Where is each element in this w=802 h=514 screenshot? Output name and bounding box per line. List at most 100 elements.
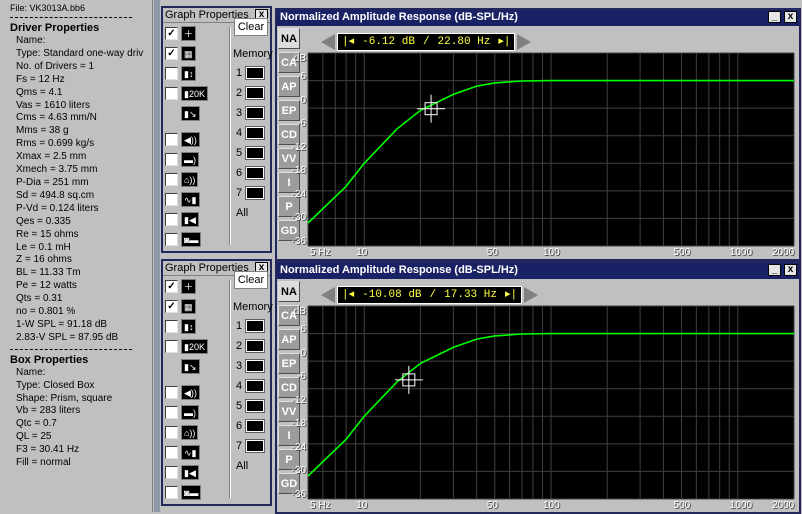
- memory-slot[interactable]: 7: [236, 185, 266, 201]
- memory-slot-box[interactable]: [245, 319, 266, 333]
- divider: [229, 280, 231, 498]
- driver-icon[interactable]: ▬): [181, 151, 199, 167]
- graph-option-row: ✓ ＋: [165, 277, 197, 295]
- memory-slot[interactable]: 3: [236, 105, 266, 121]
- amplitude-chart: [307, 305, 795, 500]
- plus-icon[interactable]: ＋: [181, 25, 197, 41]
- memory-slot[interactable]: 5: [236, 145, 266, 161]
- memory-slot-box[interactable]: [245, 379, 266, 393]
- grid-icon[interactable]: ▦: [181, 298, 196, 314]
- amp-icon[interactable]: ▮◀: [181, 464, 199, 480]
- memory-slot[interactable]: 4: [236, 378, 266, 394]
- option-checkbox[interactable]: [165, 66, 178, 80]
- memory-slot[interactable]: 2: [236, 338, 266, 354]
- memory-slot[interactable]: 3: [236, 358, 266, 374]
- plus-icon[interactable]: ＋: [181, 278, 197, 294]
- option-checkbox[interactable]: [165, 339, 178, 353]
- memory-slot[interactable]: All: [236, 458, 248, 474]
- waveform-icon[interactable]: ∿▮: [181, 444, 200, 460]
- option-checkbox[interactable]: ✓: [165, 299, 178, 313]
- option-checkbox[interactable]: [165, 152, 178, 166]
- memory-slot[interactable]: 7: [236, 438, 266, 454]
- x-tick-label: 10: [356, 500, 368, 511]
- graph-option-row: ◙▬: [165, 230, 202, 248]
- cursor-marker[interactable]: [394, 365, 423, 394]
- memory-slot-box[interactable]: [245, 439, 266, 453]
- x-tick-label: 500: [673, 500, 691, 511]
- cursor-marker[interactable]: [417, 94, 446, 123]
- graph-option-row: ▬): [165, 150, 199, 168]
- vertical-scale-icon[interactable]: ▮↕: [181, 318, 197, 334]
- divider: [229, 27, 231, 245]
- property-row: Rms = 0.699 kg/s: [16, 138, 95, 150]
- amp-icon[interactable]: ▮◀: [181, 211, 199, 227]
- memory-slot[interactable]: 1: [236, 65, 266, 81]
- graph-option-row: ▮20K: [165, 337, 208, 355]
- memory-slot-label: 2: [236, 87, 243, 99]
- 20k-icon[interactable]: ▮20K: [181, 338, 208, 354]
- memory-slot[interactable]: 6: [236, 165, 266, 181]
- option-checkbox[interactable]: [165, 405, 178, 419]
- corner-icon[interactable]: ▮↘: [181, 358, 200, 374]
- memory-slot[interactable]: 1: [236, 318, 266, 334]
- file-label: File: VK3013A.bb6: [10, 3, 86, 13]
- option-checkbox[interactable]: [165, 425, 178, 439]
- option-checkbox[interactable]: [165, 212, 178, 226]
- option-checkbox[interactable]: ✓: [165, 26, 178, 40]
- option-checkbox[interactable]: [165, 319, 178, 333]
- option-checkbox[interactable]: [165, 192, 178, 206]
- driver-properties-title: Driver Properties: [10, 22, 100, 34]
- property-row: Fs = 12 Hz: [16, 73, 65, 85]
- memory-slot[interactable]: 4: [236, 125, 266, 141]
- corner-icon[interactable]: ▮↘: [181, 105, 200, 121]
- memory-slot-box[interactable]: [245, 86, 266, 100]
- property-row: Shape: Prism, square: [16, 392, 113, 404]
- memory-slot-box[interactable]: [245, 339, 266, 353]
- option-checkbox[interactable]: [165, 385, 178, 399]
- house-icon[interactable]: ⌂)): [181, 424, 199, 440]
- memory-slot[interactable]: 6: [236, 418, 266, 434]
- graph-option-row: ✓ ▦: [165, 44, 196, 62]
- option-checkbox[interactable]: [165, 232, 178, 246]
- option-checkbox[interactable]: [165, 445, 178, 459]
- option-checkbox[interactable]: [165, 465, 178, 479]
- memory-slot-box[interactable]: [245, 146, 266, 160]
- driver-icon[interactable]: ▬): [181, 404, 199, 420]
- camera-icon[interactable]: ◙▬: [181, 484, 202, 500]
- property-row: Qtc = 0.7: [16, 418, 57, 430]
- memory-slot-box[interactable]: [245, 166, 266, 180]
- option-checkbox[interactable]: [165, 86, 178, 100]
- memory-slot-box[interactable]: [245, 106, 266, 120]
- memory-slot-box[interactable]: [245, 419, 266, 433]
- camera-icon[interactable]: ◙▬: [181, 231, 202, 247]
- vertical-scale-icon[interactable]: ▮↕: [181, 65, 197, 81]
- memory-slot-label: 5: [236, 400, 243, 412]
- option-checkbox[interactable]: ✓: [165, 279, 178, 293]
- memory-slot-box[interactable]: [245, 126, 266, 140]
- memory-slot-label: 3: [236, 360, 243, 372]
- memory-slot[interactable]: 2: [236, 85, 266, 101]
- memory-slot-label: All: [236, 207, 249, 219]
- option-checkbox[interactable]: [165, 132, 178, 146]
- clear-button[interactable]: Clear: [234, 18, 268, 36]
- option-checkbox[interactable]: [165, 172, 178, 186]
- option-checkbox[interactable]: ✓: [165, 46, 178, 60]
- house-icon[interactable]: ⌂)): [181, 171, 199, 187]
- splitter[interactable]: [154, 0, 160, 512]
- waveform-icon[interactable]: ∿▮: [181, 191, 200, 207]
- speaker-icon[interactable]: ◀)): [181, 131, 200, 147]
- clear-button[interactable]: Clear: [234, 271, 268, 289]
- property-row: Xmech = 3.75 mm: [16, 164, 98, 176]
- option-checkbox[interactable]: [165, 485, 178, 499]
- memory-slot-label: 5: [236, 147, 243, 159]
- speaker-icon[interactable]: ◀)): [181, 384, 200, 400]
- 20k-icon[interactable]: ▮20K: [181, 85, 208, 101]
- memory-slot-box[interactable]: [245, 399, 266, 413]
- memory-slot-box[interactable]: [245, 66, 266, 80]
- memory-slot[interactable]: 5: [236, 398, 266, 414]
- memory-slot-box[interactable]: [245, 186, 266, 200]
- memory-slot[interactable]: All: [236, 205, 248, 221]
- graph-option-row: ✓ ＋: [165, 24, 197, 42]
- memory-slot-box[interactable]: [245, 359, 266, 373]
- grid-icon[interactable]: ▦: [181, 45, 196, 61]
